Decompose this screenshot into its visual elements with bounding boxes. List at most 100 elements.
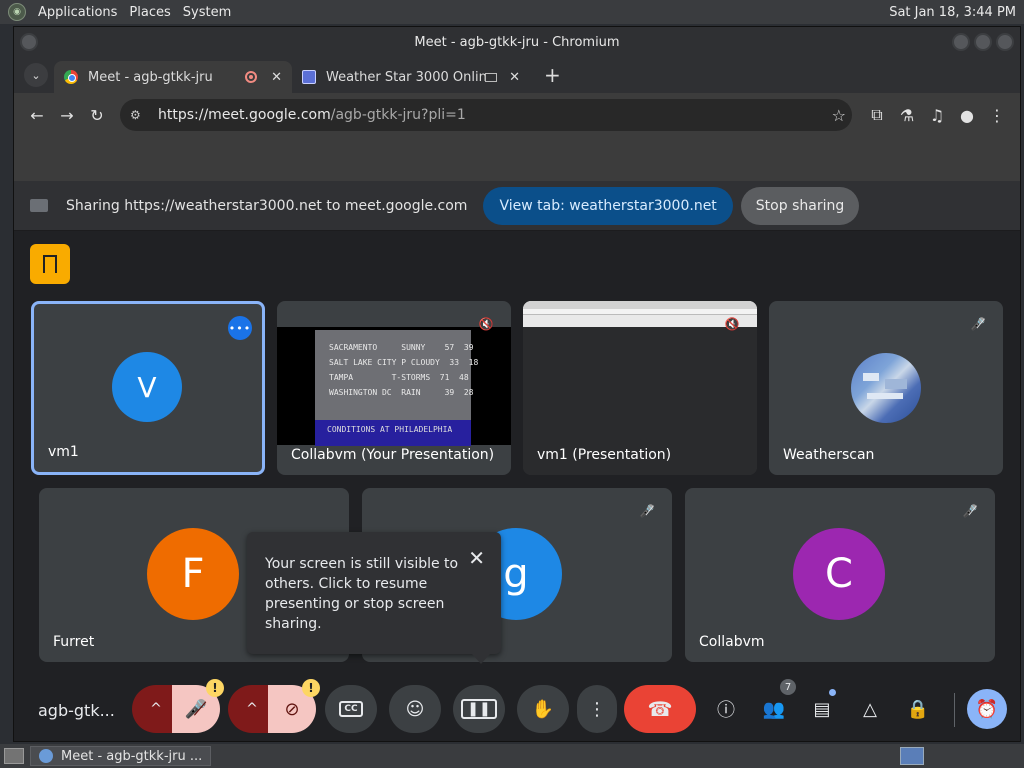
close-icon[interactable]: ✕ bbox=[468, 548, 485, 568]
divider bbox=[954, 693, 955, 727]
stop-sharing-button[interactable]: Stop sharing bbox=[740, 186, 860, 225]
tile-collabvm-presentation[interactable]: SACRAMENTO SUNNY 57 39 SALT LAKE CITY P … bbox=[277, 301, 511, 475]
tile-vm1-presentation[interactable]: 🔇 vm1 (Presentation) bbox=[523, 301, 757, 475]
weatherstar-favicon-icon bbox=[302, 70, 316, 84]
tile-vm1[interactable]: V ••• vm1 bbox=[31, 301, 265, 475]
applications-menu[interactable]: Applications bbox=[32, 5, 123, 20]
maximize-button[interactable] bbox=[974, 33, 992, 51]
system-menu[interactable]: System bbox=[177, 5, 237, 20]
profile-avatar-icon[interactable]: ● bbox=[952, 100, 982, 130]
camera-toggle-button[interactable]: ⊘ ! bbox=[268, 679, 320, 733]
gnome-foot-icon[interactable]: ◉ bbox=[8, 3, 26, 21]
places-menu[interactable]: Places bbox=[123, 5, 176, 20]
meeting-code[interactable]: agb-gtk... bbox=[38, 701, 115, 720]
tab-meet[interactable]: Meet - agb-gtkk-jru ✕ bbox=[54, 61, 292, 93]
hang-up-icon: ☎ bbox=[647, 697, 673, 721]
reactions-button[interactable]: ☺ bbox=[389, 685, 441, 733]
more-options-icon[interactable]: ••• bbox=[228, 316, 252, 340]
meet-control-bar: agb-gtk... ^ 🎤̸ ! ^ ⊘ ! CC ☺ ❚❚ ✋ ⋮ ☎ ⓘ … bbox=[14, 679, 1020, 741]
warning-badge: ! bbox=[206, 679, 224, 697]
participant-name: vm1 (Presentation) bbox=[537, 447, 672, 463]
presentation-thumbnail bbox=[523, 301, 757, 327]
weather-rows: SACRAMENTO SUNNY 57 39 SALT LAKE CITY P … bbox=[329, 343, 479, 397]
workspace-switcher-icon[interactable] bbox=[900, 747, 924, 765]
more-options-button[interactable]: ⋮ bbox=[577, 685, 617, 733]
sharing-message: Sharing https://weatherstar3000.net to m… bbox=[66, 197, 468, 214]
screen-share-infobar: Sharing https://weatherstar3000.net to m… bbox=[14, 181, 1020, 231]
participant-name: Weatherscan bbox=[783, 447, 875, 463]
participant-name: Furret bbox=[53, 634, 95, 650]
tooltip-text: Your screen is still visible to others. … bbox=[265, 556, 459, 632]
tooltip-tail bbox=[472, 654, 490, 664]
panel-clock[interactable]: Sat Jan 18, 3:44 PM bbox=[889, 5, 1016, 20]
raise-hand-button[interactable]: ✋ bbox=[517, 685, 569, 733]
browser-window: Meet - agb-gtkk-jru - Chromium ⌄ Meet - … bbox=[13, 26, 1021, 742]
window-titlebar[interactable]: Meet - agb-gtkk-jru - Chromium bbox=[14, 27, 1020, 57]
mic-off-icon: 🎤̸ bbox=[970, 317, 986, 331]
sharing-indicator-icon bbox=[485, 72, 498, 82]
bookmark-star-icon[interactable]: ☆ bbox=[832, 106, 846, 125]
screen-share-icon bbox=[30, 199, 48, 212]
activities-shapes-icon: △ bbox=[863, 698, 877, 720]
recording-indicator-icon bbox=[245, 71, 258, 83]
address-bar[interactable]: ⚙ https://meet.google.com /agb-gtkk-jru?… bbox=[120, 99, 852, 131]
show-desktop-icon[interactable] bbox=[4, 748, 24, 764]
host-controls-button[interactable]: 🔒 bbox=[898, 685, 938, 733]
participant-name: Collabvm bbox=[699, 634, 765, 650]
kebab-menu-icon: ⋮ bbox=[588, 698, 606, 720]
microphone-toggle-button[interactable]: 🎤̸ ! bbox=[172, 679, 224, 733]
tab-weatherstar[interactable]: Weather Star 3000 Onlin ✕ bbox=[292, 61, 530, 93]
meeting-details-button[interactable]: ⓘ bbox=[706, 685, 746, 733]
muted-speaker-icon: 🔇 bbox=[724, 317, 740, 331]
labs-flask-icon[interactable]: ⚗ bbox=[892, 100, 922, 130]
tile-collabvm[interactable]: C 🎤̸ Collabvm bbox=[685, 488, 995, 662]
chat-button[interactable]: ▤ bbox=[802, 685, 842, 733]
tab-title: Meet - agb-gtkk-jru bbox=[88, 69, 213, 85]
mic-off-icon: 🎤̸ bbox=[962, 504, 978, 518]
kebab-menu-icon[interactable]: ⋮ bbox=[982, 100, 1012, 130]
emoji-icon: ☺ bbox=[405, 698, 425, 720]
closed-captions-icon: CC bbox=[339, 701, 363, 717]
present-button[interactable]: ❚❚ bbox=[453, 685, 505, 733]
timer-button[interactable]: ⏰ bbox=[967, 689, 1007, 729]
activities-button[interactable]: △ bbox=[850, 685, 890, 733]
chat-icon: ▤ bbox=[813, 698, 831, 720]
view-tab-button[interactable]: View tab: weatherstar3000.net bbox=[483, 186, 733, 225]
captions-button[interactable]: CC bbox=[325, 685, 377, 733]
info-icon: ⓘ bbox=[717, 700, 735, 721]
window-menu-button[interactable] bbox=[20, 33, 38, 51]
media-controls-icon[interactable]: ♫ bbox=[922, 100, 952, 130]
lock-person-icon: 🔒 bbox=[906, 698, 930, 720]
taskbar-window-button[interactable]: Meet - agb-gtkk-jru ... bbox=[30, 746, 212, 766]
browser-toolbar: ← → ↻ ⚙ https://meet.google.com /agb-gtk… bbox=[14, 93, 1020, 137]
present-screen-icon: ❚❚ bbox=[461, 699, 497, 719]
warning-badge: ! bbox=[302, 679, 320, 697]
reload-icon[interactable]: ↻ bbox=[82, 100, 112, 130]
tab-strip: ⌄ Meet - agb-gtkk-jru ✕ Weather Star 300… bbox=[14, 57, 1020, 93]
site-info-icon[interactable]: ⚙ bbox=[130, 108, 146, 122]
top-panel: ◉ Applications Places System Sat Jan 18,… bbox=[0, 0, 1024, 24]
window-title: Meet - agb-gtkk-jru - Chromium bbox=[414, 34, 620, 50]
new-tab-plus-icon[interactable]: + bbox=[544, 63, 561, 87]
leave-call-button[interactable]: ☎ bbox=[624, 685, 696, 733]
close-window-button[interactable] bbox=[996, 33, 1014, 51]
minimize-button[interactable] bbox=[952, 33, 970, 51]
shared-screen-preview: SACRAMENTO SUNNY 57 39 SALT LAKE CITY P … bbox=[315, 330, 479, 446]
close-tab-icon[interactable]: ✕ bbox=[271, 70, 282, 85]
url-path: /agb-gtkk-jru?pli=1 bbox=[330, 107, 466, 123]
back-arrow-icon[interactable]: ← bbox=[22, 100, 52, 130]
taskbar-window-title: Meet - agb-gtkk-jru ... bbox=[61, 748, 203, 764]
tab-search-chevron-icon[interactable]: ⌄ bbox=[24, 63, 48, 87]
forward-arrow-icon[interactable]: → bbox=[52, 100, 82, 130]
participant-count-badge: 7 bbox=[780, 679, 796, 695]
close-tab-icon[interactable]: ✕ bbox=[509, 70, 520, 85]
chromium-icon bbox=[39, 749, 53, 763]
leave-door-icon[interactable] bbox=[30, 244, 70, 284]
tile-weatherscan[interactable]: 🎤̸ Weatherscan bbox=[769, 301, 1003, 475]
extensions-puzzle-icon[interactable]: ⧉ bbox=[862, 100, 892, 130]
people-button[interactable]: 👥 7 bbox=[754, 679, 796, 733]
unread-dot bbox=[829, 689, 836, 696]
participant-name: vm1 bbox=[48, 444, 79, 460]
avatar: V bbox=[112, 352, 182, 422]
mic-off-icon: 🎤̸ bbox=[639, 504, 655, 518]
